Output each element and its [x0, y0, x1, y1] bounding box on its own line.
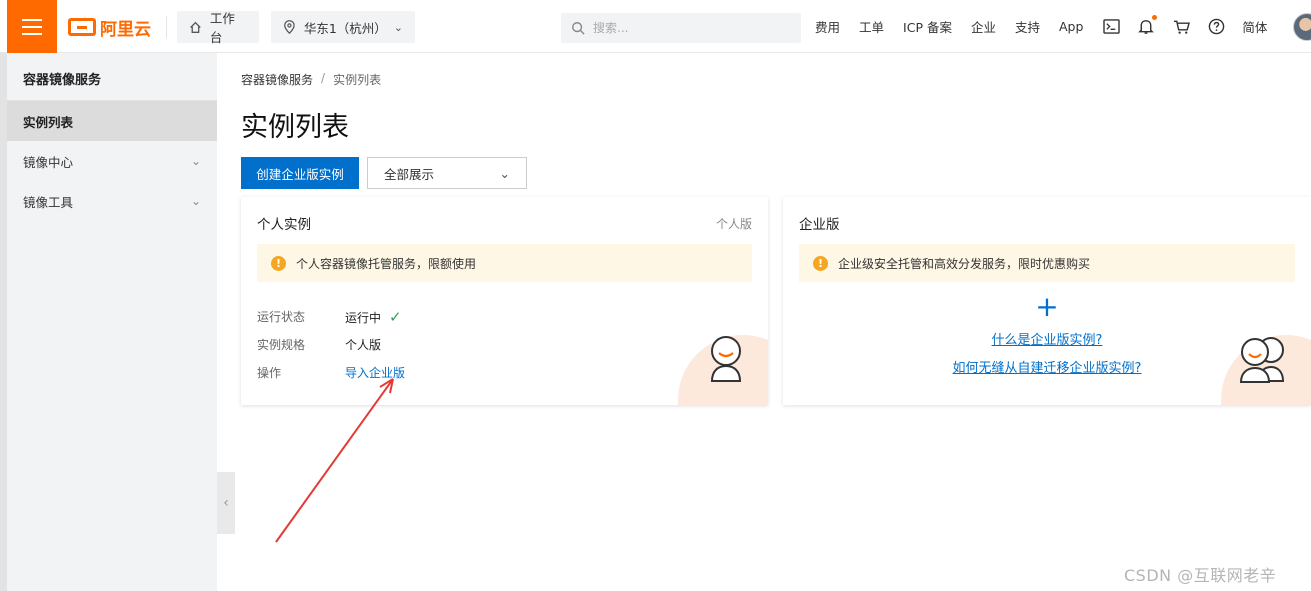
- info-row-spec: 实例规格 个人版: [257, 336, 381, 353]
- what-is-enterprise-link[interactable]: 什么是企业版实例?: [783, 329, 1311, 348]
- create-enterprise-instance-button[interactable]: 创建企业版实例: [241, 157, 359, 189]
- breadcrumb-current: 实例列表: [333, 73, 382, 87]
- info-value: 个人版: [345, 338, 382, 352]
- add-enterprise-instance-plus-icon[interactable]: +: [783, 293, 1311, 321]
- cart-icon[interactable]: [1172, 18, 1190, 36]
- watermark: CSDN @互联网老辛: [1124, 566, 1277, 585]
- checkmark-icon: ✓: [389, 308, 402, 326]
- team-mascot-icon: [1239, 337, 1285, 383]
- breadcrumb-link[interactable]: 容器镜像服务: [241, 71, 313, 88]
- warning-icon: !: [271, 255, 286, 271]
- sidebar-item-label: 实例列表: [23, 114, 74, 130]
- info-value: 运行中 ✓: [345, 308, 402, 326]
- left-edge-strip: [0, 0, 7, 591]
- divider: [166, 16, 167, 38]
- single-user-mascot-icon: [710, 336, 742, 382]
- info-key: 运行状态: [257, 310, 306, 324]
- sidebar-item-label: 镜像工具: [23, 194, 74, 210]
- nav-billing[interactable]: 费用: [815, 17, 840, 36]
- terminal-icon[interactable]: [1102, 18, 1120, 36]
- notice-text: 企业级安全托管和高效分发服务，限时优惠购买: [838, 256, 1091, 271]
- breadcrumb-separator: /: [321, 71, 326, 85]
- personal-instance-card: 个人实例 个人版 ! 个人容器镜像托管服务，限额使用 运行状态 运行中 ✓ 实例…: [241, 197, 768, 405]
- info-row-action: 操作 导入企业版: [257, 364, 405, 381]
- breadcrumb: 容器镜像服务 / 实例列表: [241, 71, 381, 88]
- language-switch[interactable]: 简体: [1242, 17, 1267, 36]
- card-title: 个人实例: [257, 217, 311, 233]
- page-title: 实例列表: [241, 112, 349, 143]
- notice-banner: ! 企业级安全托管和高效分发服务，限时优惠购买: [799, 244, 1295, 282]
- help-icon[interactable]: [1207, 18, 1225, 36]
- user-avatar[interactable]: [1293, 13, 1311, 41]
- nav-app[interactable]: App: [1059, 19, 1083, 34]
- nav-icp[interactable]: ICP 备案: [903, 17, 952, 36]
- top-nav-links: 费用 工单 ICP 备案 企业 支持 App 简体: [815, 0, 1286, 53]
- notice-banner: ! 个人容器镜像托管服务，限额使用: [257, 244, 752, 282]
- region-selector[interactable]: 华东1（杭州） ⌄: [271, 11, 415, 43]
- info-key: 操作: [257, 366, 282, 380]
- aliyun-logo-icon: [68, 18, 96, 36]
- chevron-down-icon: ⌄: [393, 20, 403, 34]
- info-row-status: 运行状态 运行中 ✓: [257, 308, 402, 326]
- info-value: 导入企业版: [345, 364, 405, 381]
- workbench-button[interactable]: 工作台: [177, 11, 259, 45]
- notice-text: 个人容器镜像托管服务，限额使用: [296, 256, 477, 271]
- notification-dot: [1152, 14, 1158, 20]
- display-filter-select[interactable]: 全部展示 ⌄: [367, 157, 527, 189]
- search-input[interactable]: [593, 21, 773, 35]
- top-navigation-bar: 阿里云 工作台 华东1（杭州） ⌄ 费用 工单 ICP 备案 企业 支持 App: [0, 0, 1311, 53]
- chevron-down-icon: ⌄: [499, 165, 510, 181]
- status-text: 运行中: [345, 310, 382, 325]
- main-content: 容器镜像服务 / 实例列表 实例列表 创建企业版实例 全部展示 ⌄ 个人实例 个…: [217, 53, 1311, 591]
- workbench-label: 工作台: [209, 11, 235, 45]
- nav-support[interactable]: 支持: [1015, 17, 1040, 36]
- region-label: 华东1（杭州）: [303, 20, 387, 36]
- chevron-down-icon: ⌄: [190, 194, 201, 208]
- location-pin-icon: [284, 20, 295, 34]
- enterprise-instance-card: 企业版 ! 企业级安全托管和高效分发服务，限时优惠购买 + 什么是企业版实例? …: [783, 197, 1311, 405]
- aliyun-logo[interactable]: 阿里云: [68, 14, 151, 40]
- sidebar-title: 容器镜像服务: [7, 53, 217, 101]
- warning-icon: !: [813, 255, 828, 271]
- search-box[interactable]: [561, 13, 801, 43]
- sidebar-item-label: 镜像中心: [23, 154, 74, 170]
- nav-tickets[interactable]: 工单: [859, 17, 884, 36]
- nav-enterprise[interactable]: 企业: [971, 17, 996, 36]
- card-title: 企业版: [799, 217, 840, 233]
- sidebar-item-instance-list[interactable]: 实例列表: [7, 101, 217, 141]
- sidebar-item-image-center[interactable]: 镜像中心 ⌄: [7, 141, 217, 181]
- brand-name: 阿里云: [100, 19, 151, 40]
- import-enterprise-link[interactable]: 导入企业版: [345, 364, 405, 381]
- hamburger-menu-button[interactable]: [7, 0, 57, 53]
- info-key: 实例规格: [257, 338, 306, 352]
- select-value: 全部展示: [384, 166, 435, 182]
- chevron-down-icon: ⌄: [190, 154, 201, 168]
- sidebar: 容器镜像服务 实例列表 镜像中心 ⌄ 镜像工具 ⌄: [7, 53, 217, 591]
- edition-tag: 个人版: [715, 217, 752, 231]
- bell-icon[interactable]: [1137, 14, 1158, 36]
- sidebar-item-image-tools[interactable]: 镜像工具 ⌄: [7, 181, 217, 221]
- home-icon: [190, 21, 201, 33]
- search-icon: [572, 22, 585, 35]
